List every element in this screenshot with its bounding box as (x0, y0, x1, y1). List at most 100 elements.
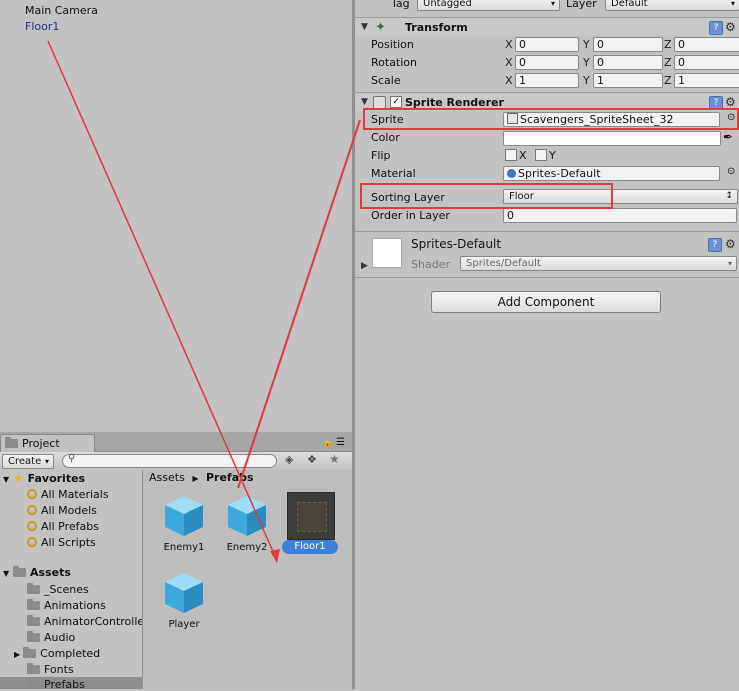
assets-label: Assets (30, 566, 71, 579)
project-toolbar: Create ▾ ⚲ ◈ ❖ ★ (0, 452, 352, 471)
transform-header[interactable]: ▼ ✦ Transform ? ⚙ (355, 17, 739, 36)
assets-item[interactable]: ▼ Assets (3, 566, 71, 579)
foldout-closed-icon[interactable]: ▶ (14, 650, 20, 659)
axis-x-label: X (505, 56, 513, 69)
folder-label: AnimatorControlle (44, 615, 145, 628)
axis-x-label: X (505, 38, 513, 51)
folder-animations[interactable]: Animations (27, 599, 106, 612)
object-picker-icon[interactable]: ⊙ (727, 166, 735, 177)
asset-label-selected[interactable]: Floor1 (282, 540, 338, 554)
folder-prefabs[interactable]: Prefabs (27, 678, 85, 691)
favorites-item[interactable]: ▼ ★ Favorites (3, 471, 85, 485)
foldout-open-icon: ▼ (3, 569, 10, 578)
color-swatch[interactable] (503, 131, 721, 146)
material-field[interactable]: Sprites-Default (503, 166, 720, 181)
favorite-label: All Models (41, 504, 97, 517)
prefab-cube-icon[interactable] (226, 494, 268, 538)
favorite-all-materials[interactable]: All Materials (27, 488, 109, 501)
filter-by-label-icon[interactable]: ❖ (307, 453, 317, 466)
divider (355, 277, 739, 278)
gear-icon[interactable]: ⚙ (725, 21, 736, 33)
shader-value: Sprites/Default (466, 258, 541, 269)
prefab-cube-icon[interactable] (163, 571, 205, 615)
folder-icon (27, 663, 40, 674)
folder-icon (27, 678, 40, 689)
create-dropdown[interactable]: Create ▾ (2, 454, 54, 469)
folder-scenes[interactable]: _Scenes (27, 583, 89, 596)
folder-label: _Scenes (44, 583, 89, 596)
prefab-cube-icon[interactable] (163, 494, 205, 538)
chevron-down-icon: ▾ (727, 259, 732, 268)
project-tabbar: Project 🔒 ☰ (0, 432, 352, 452)
material-value: Sprites-Default (518, 167, 601, 180)
flip-x-label: X (519, 149, 527, 162)
favorite-label: All Scripts (41, 536, 96, 549)
rotation-z-field[interactable]: 0 (674, 55, 739, 70)
breadcrumb-prefabs[interactable]: Prefabs (206, 471, 254, 484)
divider (355, 231, 739, 232)
chevron-updown-icon: ↕ (725, 191, 733, 201)
order-in-layer-field[interactable]: 0 (503, 208, 737, 223)
enabled-checkbox[interactable]: ✓ (390, 96, 402, 108)
search-icon: ⚲ (68, 453, 76, 464)
foldout-open-icon[interactable]: ▼ (361, 97, 368, 107)
shader-dropdown[interactable]: Sprites/Default ▾ (460, 256, 737, 271)
favorite-all-models[interactable]: All Models (27, 504, 97, 517)
tag-label: Tag (391, 0, 410, 10)
search-icon (27, 489, 37, 499)
folder-fonts[interactable]: Fonts (27, 663, 74, 676)
scale-y-field[interactable]: 1 (593, 73, 663, 88)
folder-completed[interactable]: ▶ Completed (14, 647, 100, 660)
lock-icon[interactable]: 🔒 (322, 438, 333, 448)
menu-icon[interactable]: ☰ (336, 437, 345, 448)
filter-by-type-icon[interactable]: ◈ (285, 453, 293, 466)
position-y-field[interactable]: 0 (593, 37, 663, 52)
gear-icon[interactable]: ⚙ (725, 96, 736, 108)
hierarchy-item-floor1[interactable]: Floor1 (25, 20, 59, 33)
folder-animatorcontrollers[interactable]: AnimatorControlle (27, 615, 144, 628)
scale-x-field[interactable]: 1 (515, 73, 579, 88)
scale-z-field[interactable]: 1 (674, 73, 739, 88)
rotation-x-field[interactable]: 0 (515, 55, 579, 70)
help-icon[interactable]: ? (709, 21, 723, 35)
layer-dropdown[interactable]: Default ▾ (605, 0, 739, 11)
asset-label[interactable]: Enemy2 (217, 542, 277, 553)
foldout-closed-icon[interactable]: ▶ (361, 261, 368, 271)
axis-z-label: Z (664, 74, 672, 87)
favorite-all-scripts[interactable]: All Scripts (27, 536, 96, 549)
folder-label: Animations (44, 599, 106, 612)
folder-icon (23, 647, 37, 658)
asset-label[interactable]: Enemy1 (154, 542, 214, 553)
position-z-field[interactable]: 0 (674, 37, 739, 52)
order-in-layer-label: Order in Layer (371, 209, 450, 222)
material-preview (372, 238, 402, 268)
shader-label: Shader (411, 258, 450, 271)
breadcrumb: Assets ▶ Prefabs (149, 471, 254, 484)
folder-audio[interactable]: Audio (27, 631, 75, 644)
hierarchy-panel: Main Camera Floor1 (0, 0, 352, 432)
floor-sprite-thumbnail[interactable] (287, 492, 335, 540)
flip-y-checkbox[interactable] (535, 149, 547, 161)
asset-label[interactable]: Player (154, 619, 214, 630)
gear-icon[interactable]: ⚙ (725, 238, 736, 250)
rotation-y-field[interactable]: 0 (593, 55, 663, 70)
favorite-all-prefabs[interactable]: All Prefabs (27, 520, 99, 533)
star-icon[interactable]: ★ (329, 452, 340, 466)
position-x-field[interactable]: 0 (515, 37, 579, 52)
foldout-open-icon[interactable]: ▼ (361, 22, 368, 32)
tag-dropdown[interactable]: Untagged ▾ (417, 0, 560, 11)
axis-z-label: Z (664, 38, 672, 51)
eyedropper-icon[interactable]: ✒ (723, 130, 733, 144)
favorites-label: Favorites (27, 472, 86, 485)
search-icon (27, 521, 37, 531)
breadcrumb-assets[interactable]: Assets (149, 471, 185, 484)
search-input[interactable]: ⚲ (62, 453, 277, 468)
search-icon (27, 505, 37, 515)
help-icon[interactable]: ? (708, 238, 722, 252)
folder-icon (27, 583, 40, 594)
flip-x-checkbox[interactable] (505, 149, 517, 161)
add-component-button[interactable]: Add Component (431, 291, 661, 313)
tab-project[interactable]: Project (0, 434, 95, 452)
hierarchy-item-main-camera[interactable]: Main Camera (25, 4, 98, 17)
highlight-sorting-layer-row (360, 183, 613, 209)
